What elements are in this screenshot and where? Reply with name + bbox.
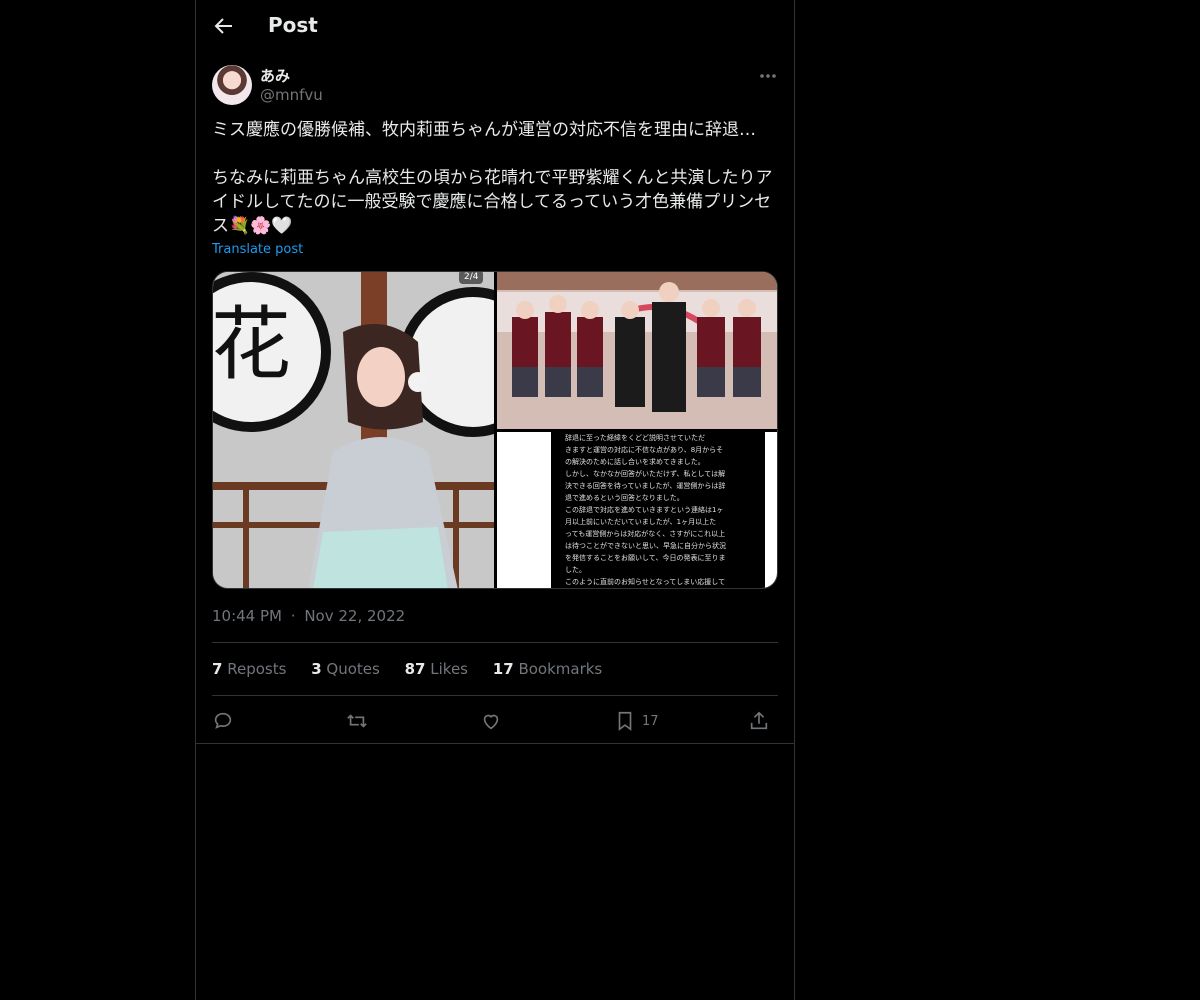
post-time[interactable]: 10:44 PM xyxy=(212,607,282,625)
bookmark-icon xyxy=(618,711,632,731)
statement-line: しかし、なかなか回答がいただけず、私としては解 xyxy=(565,470,726,478)
page-title: Post xyxy=(268,13,318,37)
post-stats: 7 Reposts 3 Quotes 87 Likes 17 Bookmarks xyxy=(212,660,622,682)
media-image-kimono-portrait[interactable]: 花 2/4 xyxy=(213,272,494,588)
media-count-badge: 2/4 xyxy=(459,272,484,284)
post-media-grid: 花 2/4 辞退に至った経緯をくどど説明させていただ きますと運営の対応に不信な… xyxy=(212,271,778,589)
divider xyxy=(212,695,778,696)
post-text: ミス慶應の優勝候補、牧内莉亜ちゃんが運営の対応不信を理由に辞退… ちなみに莉亜ち… xyxy=(212,120,773,236)
avatar[interactable] xyxy=(212,65,252,105)
statement-line: っても運営側からは対応がなく、さすがにこれ以上 xyxy=(565,530,726,538)
statement-line: した。 xyxy=(565,566,586,574)
divider xyxy=(196,743,794,744)
reply-icon xyxy=(214,712,232,729)
like-button[interactable] xyxy=(480,708,502,734)
post-detail-column: Post あみ @mnfvu ミス慶應の優勝候補、牧内莉亜ちゃんが運営の対応不信… xyxy=(195,0,795,1000)
media-image-group-photo[interactable] xyxy=(497,272,777,429)
stat-bookmarks[interactable]: 17 Bookmarks xyxy=(493,660,602,678)
post-timestamp: 10:44 PM · Nov 22, 2022 xyxy=(212,607,405,625)
statement-line: きますと運営の対応に不信な点があり、8月からそ xyxy=(565,446,724,454)
statement-line: は待つことができないと思い、早急に自分から状況 xyxy=(565,542,726,550)
heart-icon xyxy=(483,714,499,730)
reply-button[interactable] xyxy=(212,708,234,734)
divider xyxy=(212,642,778,643)
repost-button[interactable] xyxy=(346,708,368,734)
post-date[interactable]: Nov 22, 2022 xyxy=(304,607,405,625)
stat-quotes[interactable]: 3 Quotes xyxy=(311,660,380,678)
post-author: あみ @mnfvu xyxy=(212,64,778,108)
stat-likes[interactable]: 87 Likes xyxy=(405,660,468,678)
timestamp-separator: · xyxy=(290,607,296,625)
statement-line: 決できる回答を待っていましたが、運営側からは辞 xyxy=(565,482,726,490)
bookmark-count: 17 xyxy=(642,713,659,729)
statement-text-panel: 辞退に至った経緯をくどど説明させていただきますと運営の対応に不信な点があり、8月… xyxy=(551,432,765,589)
media-image-statement-screenshot[interactable]: 辞退に至った経緯をくどど説明させていただきますと運営の対応に不信な点があり、8月… xyxy=(497,432,777,589)
statement-line: くださっている方には本当に申し訳ない気持ちでい xyxy=(565,588,765,589)
statement-line: このように直前のお知らせとなってしまい応援して xyxy=(565,578,726,586)
post-header: Post xyxy=(196,0,794,53)
bookmark-button[interactable]: 17 xyxy=(614,708,659,734)
author-handle[interactable]: @mnfvu xyxy=(260,86,323,104)
statement-line: 辞退に至った経緯をくどど説明させていただ xyxy=(565,434,705,442)
repost-icon xyxy=(347,714,367,728)
author-name[interactable]: あみ xyxy=(260,65,290,86)
stat-reposts[interactable]: 7 Reposts xyxy=(212,660,286,678)
svg-text:花: 花 xyxy=(213,298,291,391)
share-icon xyxy=(750,711,768,730)
more-options-icon[interactable] xyxy=(758,68,778,82)
back-arrow-icon[interactable] xyxy=(212,14,236,38)
statement-line: 月以上前にいただいていましたが、1ヶ月以上た xyxy=(565,518,717,526)
statement-line: の解決のために話し合いを求めてきました。 xyxy=(565,458,705,466)
statement-line: を発信することをお願いして、今日の発表に至りま xyxy=(565,554,726,562)
post-action-bar: 17 xyxy=(212,708,778,734)
share-button[interactable] xyxy=(748,708,770,734)
translate-post-link[interactable]: Translate post xyxy=(212,242,303,257)
statement-line: 退で進めるという回答となりました。 xyxy=(565,494,684,502)
statement-line: この辞退で対応を進めていきますという連絡は1ヶ xyxy=(565,506,724,514)
